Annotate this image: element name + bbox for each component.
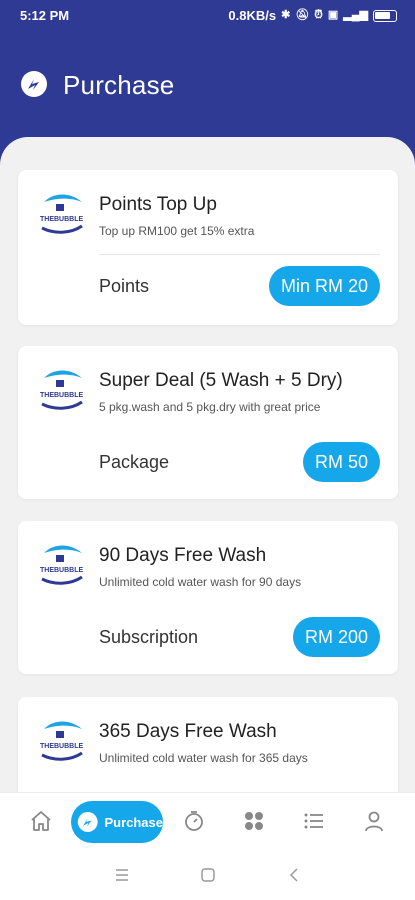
purchase-icon bbox=[77, 812, 98, 832]
price-button[interactable]: RM 50 bbox=[302, 442, 380, 482]
alarm-icon: ⏰︎ bbox=[314, 9, 323, 21]
signal-icon: ▂▄▆ bbox=[343, 9, 368, 21]
card-subtitle: Top up RM100 get 15% extra bbox=[99, 224, 255, 238]
menu-icon bbox=[116, 869, 128, 881]
purchase-card-super-deal[interactable]: THEBUBBLE Super Deal (5 Wash + 5 Dry) 5 … bbox=[18, 346, 398, 499]
price-button[interactable]: RM 200 bbox=[292, 617, 380, 657]
list-icon bbox=[304, 813, 323, 829]
bubble-logo-icon: THEBUBBLE bbox=[40, 194, 83, 234]
profile-icon bbox=[365, 811, 383, 832]
home-system-button[interactable] bbox=[198, 865, 218, 885]
apps-icon bbox=[245, 812, 263, 830]
nav-timer[interactable] bbox=[180, 807, 208, 835]
content-sheet: THEBUBBLE Points Top Up Top up RM100 get… bbox=[0, 137, 415, 837]
svg-text:THEBUBBLE: THEBUBBLE bbox=[40, 216, 83, 223]
bluetooth-icon: ✱ bbox=[281, 9, 291, 21]
nav-purchase-label: Purchase bbox=[104, 814, 163, 830]
back-button[interactable] bbox=[284, 865, 304, 885]
svg-text:THEBUBBLE: THEBUBBLE bbox=[40, 392, 83, 399]
card-title: Points Top Up bbox=[99, 194, 217, 215]
timer-icon bbox=[185, 811, 203, 831]
bubble-logo-icon: THEBUBBLE bbox=[40, 721, 83, 761]
app-header: Purchase bbox=[0, 32, 415, 142]
svg-text:THEBUBBLE: THEBUBBLE bbox=[40, 567, 83, 574]
square-icon bbox=[201, 868, 215, 882]
card-title: 365 Days Free Wash bbox=[99, 721, 277, 742]
purchase-card-90-days[interactable]: THEBUBBLE 90 Days Free Wash Unlimited co… bbox=[18, 521, 398, 674]
nav-profile[interactable] bbox=[360, 807, 388, 835]
nav-home[interactable] bbox=[27, 807, 55, 835]
card-type: Points bbox=[99, 276, 150, 296]
nav-apps[interactable] bbox=[240, 807, 268, 835]
bubble-logo-icon: THEBUBBLE bbox=[40, 545, 83, 585]
status-icons: 0.8KB/s ✱ 🔕︎ ⏰︎ ▣ ▂▄▆ bbox=[228, 8, 397, 23]
bubble-logo-icon: THEBUBBLE bbox=[40, 370, 83, 410]
bottom-nav: Purchase bbox=[0, 792, 415, 850]
nav-list[interactable] bbox=[300, 807, 328, 835]
card-subtitle: 5 pkg.wash and 5 pkg.dry with great pric… bbox=[99, 400, 321, 414]
svg-text:THEBUBBLE: THEBUBBLE bbox=[40, 743, 83, 750]
card-type: Package bbox=[99, 452, 170, 472]
card-subtitle: Unlimited cold water wash for 90 days bbox=[99, 575, 302, 589]
status-time: 5:12 PM bbox=[20, 8, 70, 23]
app-logo-icon bbox=[21, 71, 47, 97]
bell-muted-icon: 🔕︎ bbox=[295, 9, 310, 21]
page-title: Purchase bbox=[63, 70, 175, 100]
battery-icon bbox=[373, 9, 397, 22]
nav-purchase[interactable]: Purchase bbox=[71, 801, 163, 843]
back-chevron-icon bbox=[289, 868, 298, 882]
system-nav-bar bbox=[0, 850, 415, 900]
status-bar: 5:12 PM 0.8KB/s ✱ 🔕︎ ⏰︎ ▣ ▂▄▆ bbox=[0, 0, 415, 32]
sim-icon: ▣ bbox=[327, 9, 339, 21]
card-title: 90 Days Free Wash bbox=[99, 545, 267, 566]
card-type: Subscription bbox=[99, 627, 199, 647]
recent-apps-button[interactable] bbox=[112, 865, 132, 885]
card-title: Super Deal (5 Wash + 5 Dry) bbox=[99, 370, 343, 391]
price-button[interactable]: Min RM 20 bbox=[268, 266, 380, 306]
network-speed: 0.8KB/s bbox=[228, 8, 277, 23]
card-divider bbox=[99, 254, 380, 255]
card-subtitle: Unlimited cold water wash for 365 days bbox=[99, 751, 308, 765]
purchase-card-points-top-up[interactable]: THEBUBBLE Points Top Up Top up RM100 get… bbox=[18, 170, 398, 325]
home-icon bbox=[31, 811, 51, 831]
